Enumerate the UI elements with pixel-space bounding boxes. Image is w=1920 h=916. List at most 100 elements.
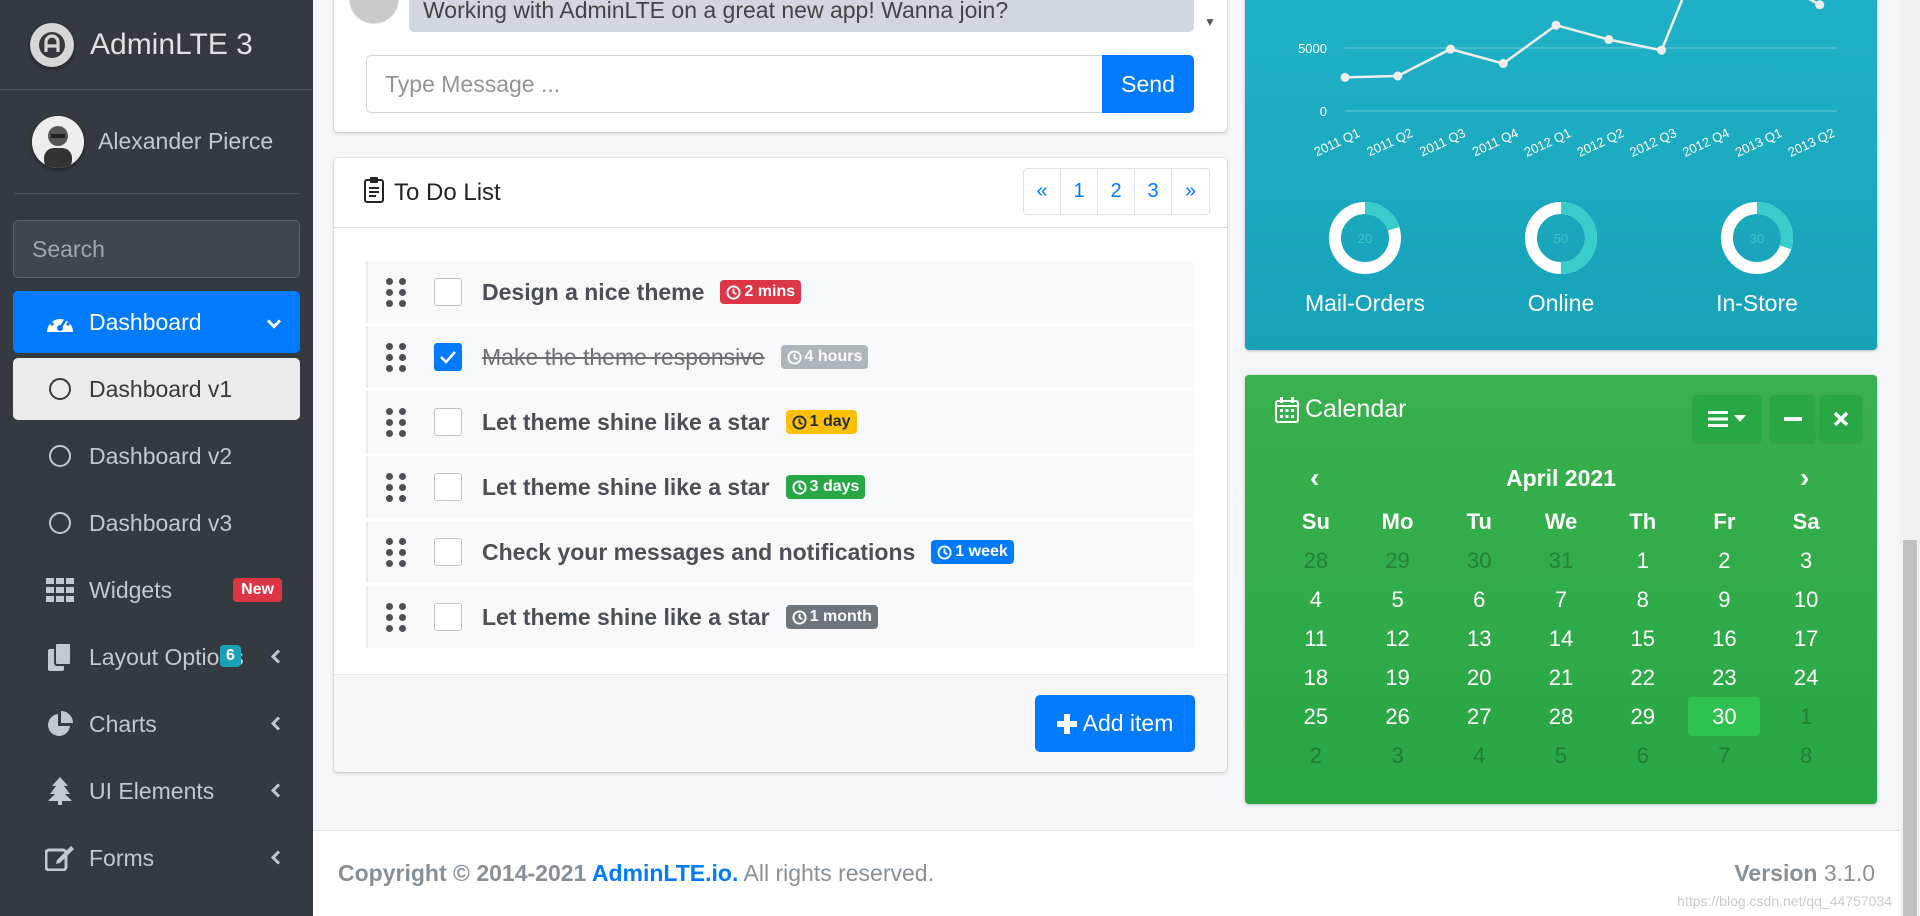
calendar-day[interactable]: 2 bbox=[1684, 541, 1766, 580]
brand-link[interactable]: AdminLTE 3 bbox=[0, 0, 313, 90]
sidebar-item-widgets[interactable]: Widgets New bbox=[13, 559, 300, 621]
sidebar-item-layout-options[interactable]: Layout Options 6 bbox=[13, 626, 300, 688]
drag-handle-icon[interactable] bbox=[386, 537, 408, 567]
calendar-day[interactable]: 7 bbox=[1520, 580, 1602, 619]
user-name[interactable]: Alexander Pierce bbox=[98, 128, 273, 155]
calendar-day[interactable]: 28 bbox=[1520, 697, 1602, 736]
drag-handle-icon[interactable] bbox=[386, 277, 408, 307]
calendar-remove-button[interactable] bbox=[1820, 395, 1862, 442]
add-item-button[interactable]: Add item bbox=[1035, 695, 1195, 752]
calendar-day[interactable]: 12 bbox=[1357, 619, 1439, 658]
calendar-day[interactable]: 28 bbox=[1275, 541, 1357, 580]
data-point[interactable] bbox=[1604, 35, 1614, 45]
calendar-day[interactable]: 31 bbox=[1520, 541, 1602, 580]
data-point[interactable] bbox=[1657, 45, 1667, 55]
todo-text: Design a nice theme bbox=[482, 278, 705, 305]
calendar-day[interactable]: 22 bbox=[1602, 658, 1684, 697]
data-point[interactable] bbox=[1498, 59, 1508, 69]
data-point[interactable] bbox=[1446, 44, 1456, 54]
calendar-day[interactable]: 6 bbox=[1602, 736, 1684, 775]
sidebar-search-input[interactable] bbox=[14, 221, 299, 277]
calendar-day[interactable]: 30 bbox=[1438, 541, 1520, 580]
sidebar-item-charts[interactable]: Charts bbox=[13, 693, 300, 755]
pagination-next[interactable]: » bbox=[1172, 169, 1209, 214]
calendar-day[interactable]: 8 bbox=[1602, 580, 1684, 619]
drag-handle-icon[interactable] bbox=[386, 342, 408, 372]
sidebar-item-dashboard-v3[interactable]: Dashboard v3 bbox=[13, 492, 300, 554]
drag-handle-icon[interactable] bbox=[386, 602, 408, 632]
todo-checkbox[interactable] bbox=[434, 408, 462, 436]
calendar-day[interactable]: 7 bbox=[1684, 736, 1766, 775]
page-scrollbar[interactable] bbox=[1900, 0, 1920, 916]
scrollbar-thumb[interactable] bbox=[1903, 540, 1917, 916]
calendar-day[interactable]: 23 bbox=[1684, 658, 1766, 697]
calendar-day[interactable]: 3 bbox=[1765, 541, 1847, 580]
calendar-day[interactable]: 5 bbox=[1520, 736, 1602, 775]
drag-handle-icon[interactable] bbox=[386, 407, 408, 437]
calendar-day[interactable]: 1 bbox=[1765, 697, 1847, 736]
calendar-day[interactable]: 6 bbox=[1438, 580, 1520, 619]
todo-item[interactable]: Let theme shine like a star 1 month bbox=[366, 586, 1194, 648]
calendar-day[interactable]: 10 bbox=[1765, 580, 1847, 619]
calendar-day[interactable]: 20 bbox=[1438, 658, 1520, 697]
calendar-next-button[interactable]: › bbox=[1800, 462, 1809, 494]
data-point[interactable] bbox=[1393, 71, 1403, 81]
message-input[interactable] bbox=[366, 55, 1102, 113]
todo-item[interactable]: Check your messages and notifications 1 w… bbox=[366, 521, 1194, 583]
todo-checkbox[interactable] bbox=[434, 343, 462, 371]
calendar-day[interactable]: 21 bbox=[1520, 658, 1602, 697]
calendar-day[interactable]: 2 bbox=[1275, 736, 1357, 775]
calendar-collapse-button[interactable] bbox=[1770, 395, 1815, 442]
data-point[interactable] bbox=[1551, 20, 1561, 30]
calendar-day[interactable]: 26 bbox=[1357, 697, 1439, 736]
pagination-page-3[interactable]: 3 bbox=[1135, 169, 1172, 214]
adminlte-link[interactable]: AdminLTE.io. bbox=[592, 860, 739, 886]
calendar-day[interactable]: 29 bbox=[1602, 697, 1684, 736]
calendar-day[interactable]: 17 bbox=[1765, 619, 1847, 658]
todo-item[interactable]: Make the theme responsive 4 hours bbox=[366, 326, 1194, 388]
todo-item[interactable]: Design a nice theme 2 mins bbox=[366, 261, 1194, 323]
todo-item[interactable]: Let theme shine like a star 1 day bbox=[366, 391, 1194, 453]
calendar-day[interactable]: 9 bbox=[1684, 580, 1766, 619]
calendar-day[interactable]: 13 bbox=[1438, 619, 1520, 658]
todo-checkbox[interactable] bbox=[434, 538, 462, 566]
calendar-day-today[interactable]: 30 bbox=[1684, 697, 1766, 736]
sidebar-item-dashboard-v1[interactable]: Dashboard v1 bbox=[13, 358, 300, 420]
calendar-menu-button[interactable] bbox=[1693, 395, 1761, 442]
sidebar-item-ui-elements[interactable]: UI Elements bbox=[13, 760, 300, 822]
todo-checkbox[interactable] bbox=[434, 473, 462, 501]
data-point[interactable] bbox=[1815, 0, 1825, 10]
user-panel[interactable]: Alexander Pierce bbox=[14, 90, 299, 194]
todo-checkbox[interactable] bbox=[434, 278, 462, 306]
sidebar-item-forms[interactable]: Forms bbox=[13, 827, 300, 889]
calendar-day[interactable]: 27 bbox=[1438, 697, 1520, 736]
pagination-prev[interactable]: « bbox=[1024, 169, 1061, 214]
todo-checkbox[interactable] bbox=[434, 603, 462, 631]
todo-badge-label: 3 days bbox=[809, 478, 860, 495]
calendar-day[interactable]: 18 bbox=[1275, 658, 1357, 697]
todo-text: Check your messages and notifications bbox=[482, 538, 916, 565]
todo-item[interactable]: Let theme shine like a star 3 days bbox=[366, 456, 1194, 518]
sidebar-item-dashboard-v2[interactable]: Dashboard v2 bbox=[13, 425, 300, 487]
drag-handle-icon[interactable] bbox=[386, 472, 408, 502]
calendar-day[interactable]: 16 bbox=[1684, 619, 1766, 658]
calendar-day[interactable]: 1 bbox=[1602, 541, 1684, 580]
calendar-day[interactable]: 3 bbox=[1357, 736, 1439, 775]
scroll-down-arrow-icon[interactable]: ▼ bbox=[1204, 15, 1216, 29]
sidebar-item-dashboard[interactable]: Dashboard bbox=[13, 291, 300, 353]
calendar-day[interactable]: 24 bbox=[1765, 658, 1847, 697]
calendar-day[interactable]: 14 bbox=[1520, 619, 1602, 658]
calendar-day[interactable]: 5 bbox=[1357, 580, 1439, 619]
calendar-day[interactable]: 15 bbox=[1602, 619, 1684, 658]
calendar-day[interactable]: 8 bbox=[1765, 736, 1847, 775]
calendar-day[interactable]: 11 bbox=[1275, 619, 1357, 658]
calendar-day[interactable]: 25 bbox=[1275, 697, 1357, 736]
pagination-page-1[interactable]: 1 bbox=[1061, 169, 1098, 214]
data-point[interactable] bbox=[1340, 72, 1350, 82]
calendar-day[interactable]: 4 bbox=[1275, 580, 1357, 619]
calendar-day[interactable]: 4 bbox=[1438, 736, 1520, 775]
calendar-day[interactable]: 29 bbox=[1357, 541, 1439, 580]
calendar-day[interactable]: 19 bbox=[1357, 658, 1439, 697]
send-button[interactable]: Send bbox=[1102, 55, 1194, 113]
pagination-page-2[interactable]: 2 bbox=[1098, 169, 1135, 214]
